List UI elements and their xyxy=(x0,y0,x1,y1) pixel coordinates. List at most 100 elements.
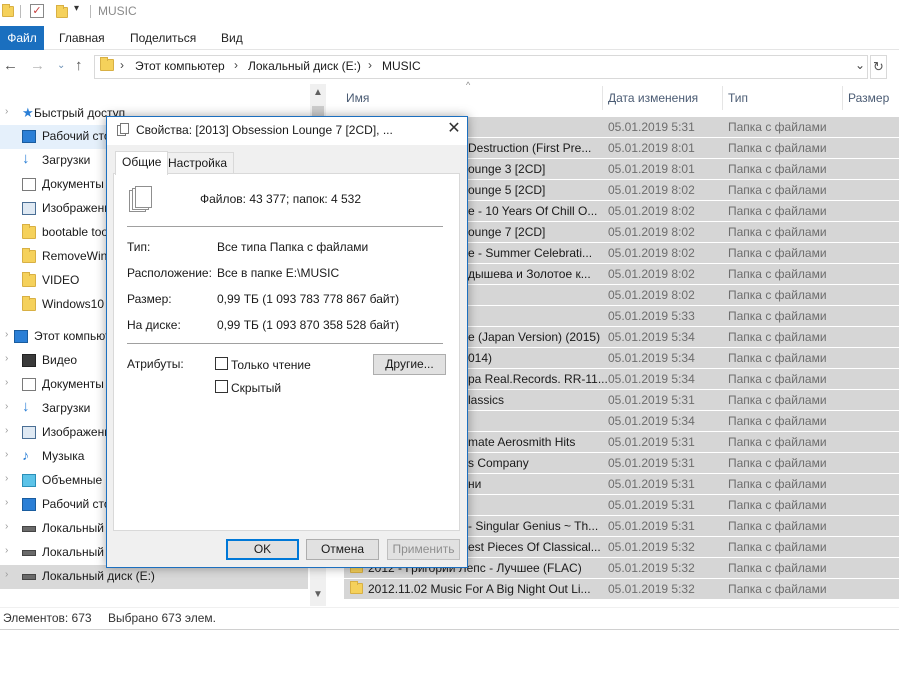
forward-icon[interactable]: → xyxy=(30,58,45,74)
divider xyxy=(602,86,603,110)
documents-icon xyxy=(22,378,36,391)
breadcrumb-drive-e[interactable]: Локальный диск (E:) xyxy=(248,59,361,73)
new-folder-icon[interactable] xyxy=(56,5,68,18)
tab-view[interactable]: Вид xyxy=(221,26,243,50)
chevron-icon[interactable]: › xyxy=(5,401,8,412)
scroll-down-icon[interactable]: ▼ xyxy=(313,589,323,600)
address-dropdown-icon[interactable]: ⌄ xyxy=(855,58,865,72)
3d-objects-icon xyxy=(22,474,36,487)
music-icon: ♪ xyxy=(22,447,29,463)
row-date: 05.01.2019 5:33 xyxy=(608,309,695,323)
chevron-right-icon[interactable]: › xyxy=(234,58,238,72)
prop-location-value: Все в папке E:\MUSIC xyxy=(217,266,340,280)
row-name: pa Real.Records. RR-11... xyxy=(468,372,608,386)
properties-icon[interactable]: ✓ xyxy=(30,4,44,18)
ok-button[interactable]: OK xyxy=(226,539,299,560)
chevron-icon[interactable]: › xyxy=(5,545,8,556)
readonly-checkbox[interactable] xyxy=(215,357,228,370)
column-header-size[interactable]: Размер xyxy=(848,91,889,105)
chevron-icon[interactable]: › xyxy=(5,106,8,117)
tab-home[interactable]: Главная xyxy=(59,26,105,50)
row-name: - Singular Genius ~ Th... xyxy=(468,519,599,533)
download-icon: ↓ xyxy=(22,398,30,415)
close-icon[interactable]: ✕ xyxy=(446,119,462,139)
chevron-icon[interactable]: › xyxy=(5,521,8,532)
row-date: 05.01.2019 5:34 xyxy=(608,351,695,365)
pictures-icon xyxy=(22,202,36,215)
pictures-icon xyxy=(22,426,36,439)
column-header-name[interactable]: Имя xyxy=(346,91,369,105)
row-name: дышева и Золотое к... xyxy=(468,267,591,281)
computer-icon xyxy=(14,330,28,343)
nav-label: Локальный xyxy=(42,521,104,535)
chevron-icon[interactable]: › xyxy=(5,569,8,580)
row-name: s Company xyxy=(468,456,529,470)
up-icon[interactable]: ↑ xyxy=(75,58,83,74)
chevron-icon[interactable]: › xyxy=(5,449,8,460)
row-type: Папка с файлами xyxy=(728,561,827,575)
breadcrumb-this-pc[interactable]: Этот компьютер xyxy=(135,59,225,73)
chevron-icon[interactable]: › xyxy=(5,329,8,340)
row-name: ounge 5 [2CD] xyxy=(468,183,546,197)
row-type: Папка с файлами xyxy=(728,540,827,554)
row-date: 05.01.2019 5:34 xyxy=(608,372,695,386)
nav-label: Объемные xyxy=(42,473,103,487)
prop-disk-size-label: На диске: xyxy=(127,318,181,332)
breadcrumb-music[interactable]: MUSIC xyxy=(382,59,421,73)
prop-disk-size-value: 0,99 ТБ (1 093 870 358 528 байт) xyxy=(217,318,400,332)
chevron-icon[interactable]: › xyxy=(5,497,8,508)
row-date: 05.01.2019 8:02 xyxy=(608,204,695,218)
nav-label: Загрузки xyxy=(42,401,91,415)
hidden-checkbox[interactable] xyxy=(215,380,228,393)
chevron-icon[interactable]: › xyxy=(5,377,8,388)
row-type: Папка с файлами xyxy=(728,477,827,491)
nav-drive-e[interactable]: › Локальный диск (E:) xyxy=(0,565,308,589)
row-type: Папка с файлами xyxy=(728,414,827,428)
back-icon[interactable]: ← xyxy=(3,58,18,74)
chevron-right-icon[interactable]: › xyxy=(120,58,124,72)
column-header-type[interactable]: Тип xyxy=(728,91,748,105)
folder-icon xyxy=(2,4,14,17)
row-type: Папка с файлами xyxy=(728,456,827,470)
folder-icon xyxy=(22,224,36,239)
row-date: 05.01.2019 5:31 xyxy=(608,435,695,449)
tab-file[interactable]: Файл xyxy=(0,26,44,50)
row-type: Папка с файлами xyxy=(728,372,827,386)
other-attributes-button[interactable]: Другие... xyxy=(373,354,446,375)
prop-location-label: Расположение: xyxy=(127,266,212,280)
tab-share[interactable]: Поделиться xyxy=(130,26,196,50)
apply-button: Применить xyxy=(387,539,460,560)
chevron-icon[interactable]: › xyxy=(5,353,8,364)
refresh-icon[interactable]: ↻ xyxy=(870,55,887,79)
desktop-icon xyxy=(22,498,36,511)
row-date: 05.01.2019 5:34 xyxy=(608,330,695,344)
recent-locations-icon[interactable]: ⌄ xyxy=(57,58,65,74)
video-icon xyxy=(22,354,36,367)
divider xyxy=(20,5,21,18)
readonly-label[interactable]: Только чтение xyxy=(231,358,311,372)
row-date: 05.01.2019 5:31 xyxy=(608,456,695,470)
nav-label: Загрузки xyxy=(42,153,91,167)
row-type: Папка с файлами xyxy=(728,246,827,260)
chevron-right-icon[interactable]: › xyxy=(368,58,372,72)
row-date: 05.01.2019 5:32 xyxy=(608,561,695,575)
chevron-icon[interactable]: › xyxy=(5,425,8,436)
table-row[interactable]: 2012.11.02 Music For A Big Night Out Li.… xyxy=(344,579,899,599)
divider xyxy=(722,86,723,110)
row-type: Папка с файлами xyxy=(728,141,827,155)
row-date: 05.01.2019 5:31 xyxy=(608,120,695,134)
chevron-icon[interactable]: › xyxy=(5,473,8,484)
row-type: Папка с файлами xyxy=(728,225,827,239)
cancel-button[interactable]: Отмена xyxy=(306,539,379,560)
column-header-date[interactable]: Дата изменения xyxy=(608,91,698,105)
row-date: 05.01.2019 5:31 xyxy=(608,498,695,512)
row-type: Папка с файлами xyxy=(728,162,827,176)
tab-customize[interactable]: Настройка xyxy=(161,152,235,174)
file-count-summary: Файлов: 43 377; папок: 4 532 xyxy=(200,192,362,206)
tab-general[interactable]: Общие xyxy=(115,151,169,175)
hidden-label[interactable]: Скрытый xyxy=(231,381,281,395)
scroll-up-icon[interactable]: ▲ xyxy=(313,87,323,98)
customize-toolbar-icon[interactable]: ▾ xyxy=(74,3,79,14)
row-date: 05.01.2019 5:31 xyxy=(608,477,695,491)
row-name: lassics xyxy=(468,393,505,407)
